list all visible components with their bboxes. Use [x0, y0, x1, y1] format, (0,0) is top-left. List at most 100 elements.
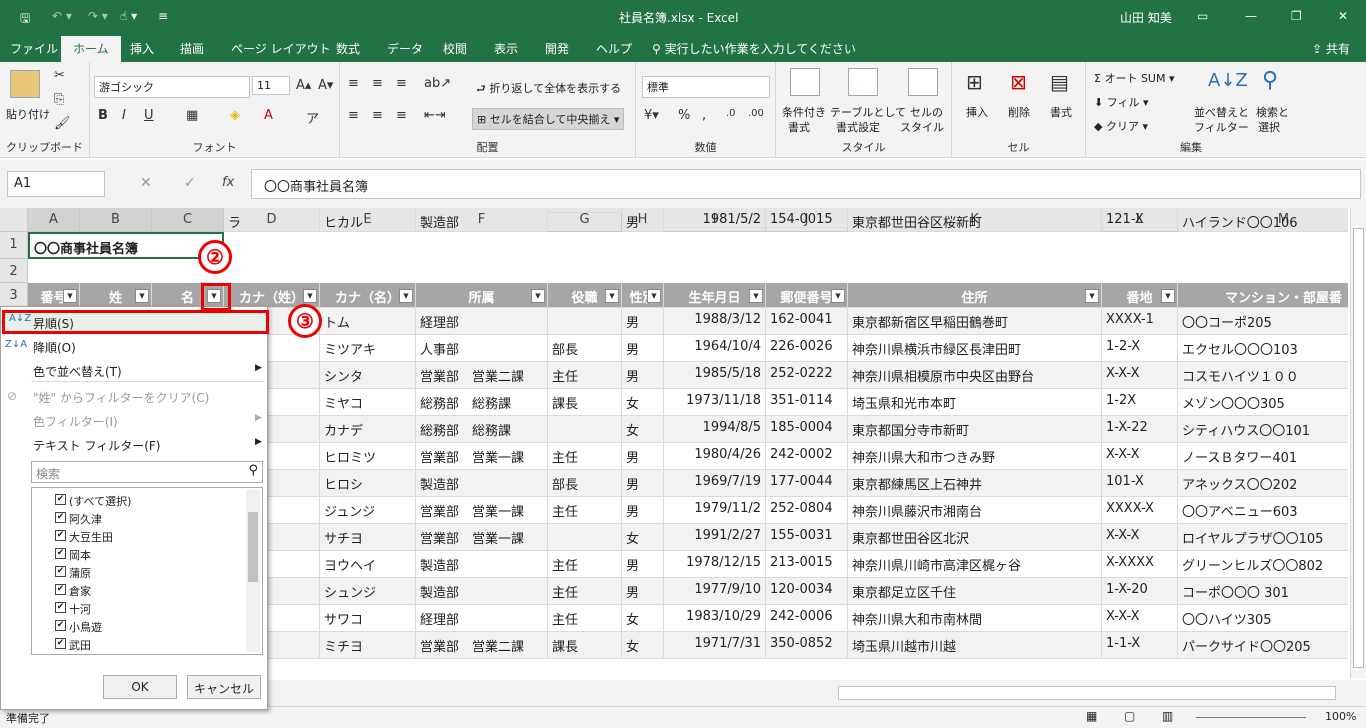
save-icon[interactable]: 🖫	[20, 9, 30, 30]
data-cell[interactable]: ヒロミツ	[320, 443, 416, 470]
user-name[interactable]: 山田 知美	[1120, 9, 1172, 26]
header-cell-H[interactable]: 性別 ▼	[622, 283, 664, 308]
sort-ascending-item[interactable]: A↓Z 昇順(S)	[2, 310, 269, 334]
format-painter-icon[interactable]: 🖌	[54, 116, 71, 131]
data-cell[interactable]: 252-0222	[766, 362, 848, 389]
data-cell[interactable]: ノースＢタワー401	[1178, 443, 1348, 470]
data-cell[interactable]: 男	[622, 443, 664, 470]
vertical-scroll-thumb[interactable]	[1353, 228, 1364, 668]
data-cell[interactable]: ハイランド〇〇106	[1178, 208, 1348, 232]
data-cell[interactable]: 営業部 営業二課	[416, 632, 548, 659]
data-cell[interactable]: ヒロシ	[320, 470, 416, 497]
data-cell[interactable]: 人事部	[416, 335, 548, 362]
data-cell[interactable]: エクセル〇〇〇103	[1178, 335, 1348, 362]
tab-formulas[interactable]: 数式	[336, 40, 360, 57]
zoom-level[interactable]: 100%	[1325, 710, 1356, 723]
tab-view[interactable]: 表示	[494, 40, 518, 57]
tab-help[interactable]: ヘルプ	[596, 40, 632, 57]
fill-button[interactable]: ⬇ フィル ▾	[1094, 94, 1149, 110]
data-cell[interactable]: 主任	[548, 362, 622, 389]
data-cell[interactable]: 1969/7/19	[664, 470, 766, 497]
data-cell[interactable]: 神奈川県大和市つきみ野	[848, 443, 1102, 470]
filter-value-label[interactable]: 倉家	[69, 583, 91, 599]
confirm-entry-icon[interactable]: ✓	[184, 175, 196, 191]
conditional-format-label2[interactable]: 書式	[788, 119, 810, 135]
format-as-table-label2[interactable]: 書式設定	[836, 119, 880, 135]
data-cell[interactable]: 101-X	[1102, 470, 1178, 497]
data-cell[interactable]: 東京都新宿区早稲田鶴巻町	[848, 308, 1102, 335]
data-cell[interactable]: X-X-X	[1102, 362, 1178, 389]
filter-checkbox[interactable]: ✔	[55, 530, 66, 541]
data-cell[interactable]	[548, 208, 622, 213]
filter-dropdown-button[interactable]: ▼	[135, 289, 149, 303]
data-cell[interactable]: ラ	[224, 208, 320, 232]
data-cell[interactable]: 〇〇コーポ205	[1178, 308, 1348, 335]
filter-dropdown-button[interactable]: ▼	[605, 289, 619, 303]
data-cell[interactable]: 総務部 総務課	[416, 416, 548, 443]
data-cell[interactable]: 213-0015	[766, 551, 848, 578]
data-cell[interactable]	[548, 416, 622, 443]
tab-page-layout[interactable]: ページ レイアウト	[231, 40, 331, 57]
increase-decimal-icon[interactable]: .0	[726, 108, 736, 119]
data-cell[interactable]: 主任	[548, 443, 622, 470]
fill-color-icon[interactable]: ◈	[230, 108, 240, 123]
tab-developer[interactable]: 開発	[545, 40, 569, 57]
data-cell[interactable]: 男	[622, 335, 664, 362]
tab-data[interactable]: データ	[387, 40, 423, 57]
header-cell-I[interactable]: 生年月日 ▼	[664, 283, 766, 308]
copy-icon[interactable]: ⎘	[54, 92, 64, 107]
data-cell[interactable]: 神奈川県相模原市中央区由野台	[848, 362, 1102, 389]
data-cell[interactable]: カナデ	[320, 416, 416, 443]
insert-function-icon[interactable]: fx	[222, 175, 234, 190]
filter-checkbox[interactable]: ✔	[55, 548, 66, 559]
data-cell[interactable]: ヨウヘイ	[320, 551, 416, 578]
data-cell[interactable]: 350-0852	[766, 632, 848, 659]
align-bottom-icon[interactable]: ≡	[396, 76, 407, 91]
data-cell[interactable]: 神奈川県川崎市高津区梶ヶ谷	[848, 551, 1102, 578]
filter-dropdown-button[interactable]: ▼	[303, 289, 317, 303]
filter-checkbox[interactable]: ✔	[55, 512, 66, 523]
delete-cells-icon[interactable]: ⊠	[1010, 70, 1027, 94]
data-cell[interactable]: ミツアキ	[320, 335, 416, 362]
row-header-1[interactable]: 1	[0, 232, 28, 259]
data-cell[interactable]: 1983/10/29	[664, 605, 766, 632]
filter-checkbox[interactable]: ✔	[55, 638, 66, 649]
data-cell[interactable]: トム	[320, 308, 416, 335]
filter-value-label[interactable]: 蒲原	[69, 565, 91, 581]
data-cell[interactable]: 営業部 営業一課	[416, 443, 548, 470]
data-cell[interactable]: 男	[622, 308, 664, 335]
data-cell[interactable]	[548, 308, 622, 335]
column-header-C[interactable]: C	[152, 208, 224, 232]
normal-view-icon[interactable]: ▦	[1086, 709, 1097, 723]
italic-icon[interactable]: I	[122, 108, 126, 123]
filter-checkbox[interactable]: ✔	[55, 620, 66, 631]
title-cell[interactable]: 〇〇商事社員名簿	[28, 232, 224, 259]
data-cell[interactable]: 1977/9/10	[664, 578, 766, 605]
paste-button[interactable]: 貼り付け	[6, 106, 50, 122]
align-center-icon[interactable]: ≡	[372, 108, 383, 123]
data-cell[interactable]: 主任	[548, 497, 622, 524]
undo-icon[interactable]: ↶ ▾	[52, 9, 72, 23]
data-cell[interactable]: ロイヤルプラザ〇〇105	[1178, 524, 1348, 551]
data-cell[interactable]: ミチヨ	[320, 632, 416, 659]
underline-icon[interactable]: U	[144, 108, 154, 123]
data-cell[interactable]: シティハウス〇〇101	[1178, 416, 1348, 443]
data-cell[interactable]: 女	[622, 524, 664, 551]
data-cell[interactable]: 営業部 営業一課	[416, 524, 548, 551]
data-cell[interactable]: アネックス〇〇202	[1178, 470, 1348, 497]
vertical-scrollbar[interactable]	[1350, 208, 1366, 678]
data-cell[interactable]: 351-0114	[766, 389, 848, 416]
close-icon[interactable]: ✕	[1338, 9, 1348, 23]
data-cell[interactable]: 1-2-X	[1102, 335, 1178, 362]
format-as-table-icon[interactable]	[848, 68, 878, 96]
sort-filter-label2[interactable]: フィルター	[1194, 119, 1249, 135]
header-cell-K[interactable]: 住所 ▼	[848, 283, 1102, 308]
customize-qat-icon[interactable]: ≡	[158, 9, 168, 23]
name-box[interactable]: A1	[7, 171, 105, 197]
data-cell[interactable]: 部長	[548, 335, 622, 362]
data-cell[interactable]: サチヨ	[320, 524, 416, 551]
decrease-decimal-icon[interactable]: .00	[748, 108, 764, 119]
data-cell[interactable]: 経理部	[416, 605, 548, 632]
filter-value-label[interactable]: 阿久津	[69, 511, 102, 527]
comma-icon[interactable]: ,	[702, 108, 706, 123]
